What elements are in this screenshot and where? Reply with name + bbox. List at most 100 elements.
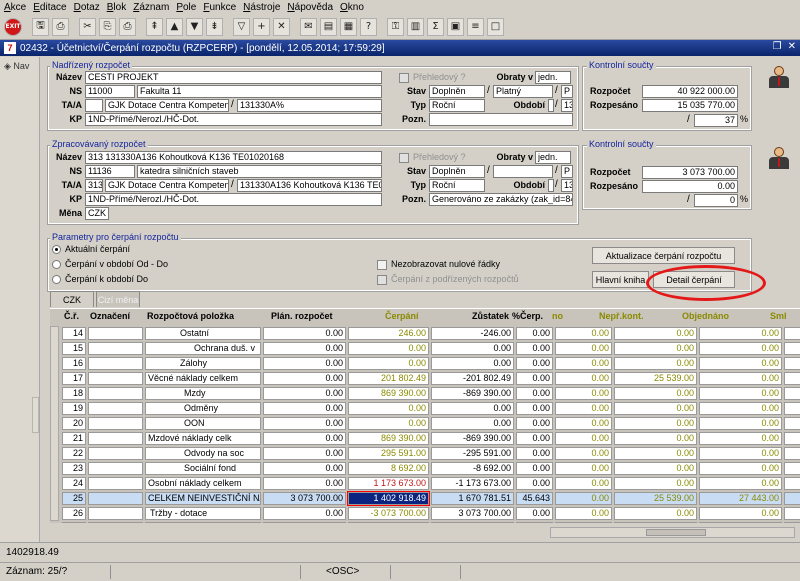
cell-pct[interactable]: 0.00 bbox=[516, 507, 553, 520]
cell-cr[interactable]: 21 bbox=[62, 432, 86, 445]
k1-rozpocet-field[interactable]: 40 922 000.00 bbox=[642, 85, 738, 98]
cell-ozn[interactable] bbox=[88, 342, 143, 355]
nadr-ns-code-field[interactable]: 11000 bbox=[85, 85, 135, 98]
radio-aktualni[interactable] bbox=[52, 245, 61, 254]
table-row[interactable]: 14 Ostatní 0.00 246.00 -246.00 0.00 0.00 0.00 0.… bbox=[50, 326, 800, 341]
cell-pol[interactable]: Ochrana duš. v bbox=[145, 342, 261, 355]
cell-plan[interactable]: 0.00 bbox=[263, 372, 346, 385]
exit-button[interactable]: EXIT bbox=[4, 17, 22, 36]
cell-obj[interactable]: 0.00 bbox=[699, 522, 782, 523]
key-icon[interactable]: ⚿ bbox=[387, 17, 404, 36]
zpr-nazev-field[interactable]: 313 131330A136 Kohoutková K136 TE0102016… bbox=[85, 151, 382, 164]
cell-pol[interactable]: Odměny bbox=[145, 402, 261, 415]
nadr-pozn-field[interactable] bbox=[429, 113, 573, 126]
nadr-stav3-field[interactable]: P bbox=[561, 85, 573, 98]
cell-nepr[interactable]: 0.00 bbox=[614, 327, 697, 340]
prev-block-icon[interactable]: ⇞ bbox=[146, 17, 163, 36]
col-polozka-header[interactable]: Rozpočtová položka bbox=[147, 311, 234, 321]
grid-horizontal-scrollbar[interactable] bbox=[550, 527, 795, 538]
menu-akce[interactable]: Akce bbox=[4, 2, 26, 13]
cell-cr[interactable]: 15 bbox=[62, 342, 86, 355]
cell-nepr[interactable]: 0.00 bbox=[614, 477, 697, 490]
cell-pol[interactable]: Osobní náklady celkem bbox=[145, 477, 261, 490]
cell-plan[interactable]: 3 073 700.00 bbox=[263, 492, 346, 505]
podrizene-rozpocty-checkbox[interactable] bbox=[377, 275, 387, 285]
cell-cr[interactable]: 14 bbox=[62, 327, 86, 340]
col-extra-header[interactable]: no bbox=[552, 311, 563, 321]
zpr-stav3-field[interactable]: P bbox=[561, 165, 573, 178]
table-row[interactable]: 15 Ochrana duš. v 0.00 0.00 0.00 0.00 0.00 0.00… bbox=[50, 341, 800, 356]
cell-cr[interactable]: 24 bbox=[62, 477, 86, 490]
cell-plan[interactable]: 0.00 bbox=[263, 342, 346, 355]
zpr-obraty-field[interactable]: jedn. bbox=[535, 151, 571, 164]
table-row[interactable]: 19 Odměny 0.00 0.00 0.00 0.00 0.00 0.00 0.00 bbox=[50, 401, 800, 416]
cell-zus[interactable]: -8 692.00 bbox=[431, 462, 514, 475]
mail-icon[interactable]: ✉ bbox=[300, 17, 317, 36]
zpr-typ-field[interactable]: Roční bbox=[429, 179, 485, 192]
person-icon[interactable] bbox=[768, 146, 790, 170]
zpr-taa-code-field[interactable]: 313 bbox=[85, 179, 103, 192]
cell-cerp[interactable]: 0.00 bbox=[348, 417, 429, 430]
cell-ext[interactable]: 0.00 bbox=[555, 432, 612, 445]
nadr-taa-code-field[interactable] bbox=[85, 99, 103, 112]
cell-plan[interactable]: 0.00 bbox=[263, 462, 346, 475]
cut-icon[interactable]: ✂ bbox=[79, 17, 96, 36]
window-icon[interactable]: □ bbox=[487, 17, 504, 36]
cell-zus[interactable]: 0.00 bbox=[431, 357, 514, 370]
cell-nepr[interactable]: 0.00 bbox=[614, 522, 697, 523]
menu-napoveda[interactable]: Nápověda bbox=[287, 2, 333, 13]
nadr-typ-field[interactable]: Roční bbox=[429, 99, 485, 112]
calculator-icon[interactable]: ▣ bbox=[447, 17, 464, 36]
cell-zus[interactable]: -869 390.00 bbox=[431, 432, 514, 445]
cell-ext[interactable]: 0.00 bbox=[555, 507, 612, 520]
cell-cr[interactable]: 25 bbox=[62, 492, 86, 505]
zpr-obdobi-field[interactable]: 13 bbox=[561, 179, 573, 192]
cell-ext[interactable]: 0.00 bbox=[555, 462, 612, 475]
cell-ozn[interactable] bbox=[88, 357, 143, 370]
cell-plan[interactable]: 0.00 bbox=[263, 447, 346, 460]
cell-pct[interactable]: 0.00 bbox=[516, 357, 553, 370]
cell-obj[interactable]: 0.00 bbox=[699, 477, 782, 490]
zpr-kp-field[interactable]: 1ND-Přímé/Nerozl./HČ-Dot. bbox=[85, 193, 382, 206]
cell-sml[interactable] bbox=[784, 327, 800, 340]
menu-okno[interactable]: Okno bbox=[340, 2, 364, 13]
cell-sml[interactable] bbox=[784, 372, 800, 385]
cell-ext[interactable]: 0.00 bbox=[555, 447, 612, 460]
col-plan-header[interactable]: Plán. rozpočet bbox=[271, 311, 333, 321]
cell-ozn[interactable] bbox=[88, 372, 143, 385]
cell-obj[interactable]: 0.00 bbox=[699, 372, 782, 385]
cell-cerp[interactable]: 0.00 bbox=[348, 342, 429, 355]
cell-ozn[interactable] bbox=[88, 492, 143, 505]
cell-ext[interactable]: 0.00 bbox=[555, 342, 612, 355]
cell-sml[interactable] bbox=[784, 477, 800, 490]
menu-zaznam[interactable]: Záznam bbox=[133, 2, 169, 13]
cell-pol[interactable]: Zálohy bbox=[145, 357, 261, 370]
cell-ozn[interactable] bbox=[88, 387, 143, 400]
prev-record-icon[interactable]: ▲ bbox=[166, 17, 183, 36]
cell-cr[interactable]: 18 bbox=[62, 387, 86, 400]
col-zustatek-header[interactable]: Zůstatek bbox=[472, 311, 509, 321]
cell-nepr[interactable]: 0.00 bbox=[614, 417, 697, 430]
cell-sml[interactable] bbox=[784, 462, 800, 475]
cell-pol[interactable]: Odvody na soc bbox=[145, 447, 261, 460]
cell-cerp[interactable]: 201 802.49 bbox=[348, 372, 429, 385]
cell-plan[interactable]: 0.00 bbox=[263, 432, 346, 445]
tab-cizi-mena[interactable]: Cizí měna bbox=[96, 291, 140, 307]
cell-pct[interactable]: 0.00 bbox=[516, 372, 553, 385]
cell-pct[interactable]: 0.00 bbox=[516, 477, 553, 490]
nadr-taa-value-field[interactable]: 131330A% bbox=[237, 99, 382, 112]
cell-ext[interactable]: 0.00 bbox=[555, 477, 612, 490]
cell-cerp[interactable]: 1 173 673.00 bbox=[348, 477, 429, 490]
cell-pol[interactable]: Sociální fond bbox=[145, 462, 261, 475]
cell-pct[interactable]: 0.00 bbox=[516, 417, 553, 430]
help-icon[interactable]: ? bbox=[360, 17, 377, 36]
cell-cr[interactable]: 26 bbox=[62, 507, 86, 520]
cell-obj[interactable]: 27 443.00 bbox=[699, 492, 782, 505]
nadr-stav-field[interactable]: Doplněn bbox=[429, 85, 485, 98]
cell-zus[interactable]: 0.00 bbox=[431, 417, 514, 430]
radio-k-obdobi[interactable] bbox=[52, 275, 61, 284]
cell-nepr[interactable]: 0.00 bbox=[614, 432, 697, 445]
col-pct-header[interactable]: %Čerp. bbox=[512, 311, 543, 321]
menu-pole[interactable]: Pole bbox=[176, 2, 196, 13]
cell-nepr[interactable]: 0.00 bbox=[614, 447, 697, 460]
